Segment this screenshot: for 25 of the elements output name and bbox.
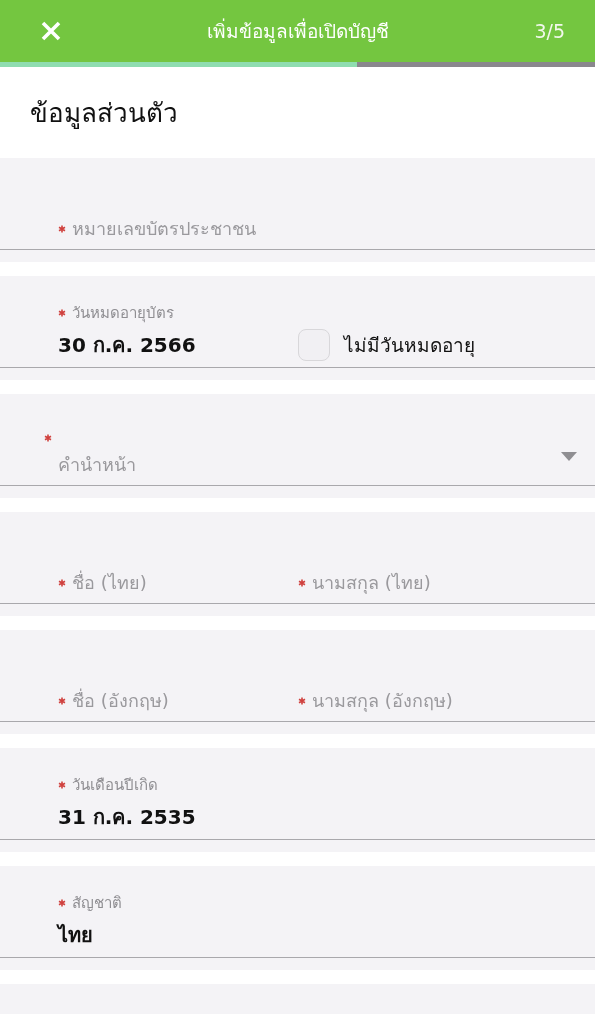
close-button[interactable] [40, 20, 62, 42]
field-label: วันเดือนปีเกิด [72, 775, 158, 796]
placeholder-text: นามสกุล (อังกฤษ) [312, 689, 453, 714]
text-field[interactable]: ชื่อ (อังกฤษ) [58, 686, 298, 715]
placeholder-text: ชื่อ (อังกฤษ) [72, 687, 169, 713]
form-field[interactable]: หมายเลขบัตรประชาชน [0, 158, 595, 262]
field-value: ไทย [58, 922, 94, 949]
placeholder-text: หมายเลขบัตรประชาชน [72, 217, 256, 241]
placeholder-text: คำนำหน้า [58, 453, 136, 477]
placeholder-text: ชื่อ (ไทย) [72, 569, 147, 595]
screen-title: เพิ่มข้อมูลเพื่อเปิดบัญชี [207, 17, 390, 45]
text-field[interactable]: ชื่อ (ไทย) [58, 568, 298, 597]
close-icon [40, 20, 62, 42]
section-title: ข้อมูลส่วนตัว [29, 97, 179, 131]
field-value: 31 ก.ค. 2535 [58, 804, 196, 831]
checkbox[interactable] [298, 329, 330, 361]
text-field[interactable]: นามสกุล (อังกฤษ) [298, 686, 538, 715]
checkbox-label: ไม่มีวันหมดอายุ [344, 333, 475, 359]
placeholder-text: นามสกุล (ไทย) [312, 571, 431, 596]
field-label: สัญชาติ [72, 893, 122, 914]
step-counter: 3/5 [534, 20, 565, 42]
field-value: 30 ก.ค. 2566 [58, 332, 197, 359]
text-field[interactable]: นามสกุล (ไทย) [298, 568, 538, 597]
field-label: วันหมดอายุบัตร [72, 303, 174, 325]
dropdown-caret-icon [561, 452, 577, 461]
